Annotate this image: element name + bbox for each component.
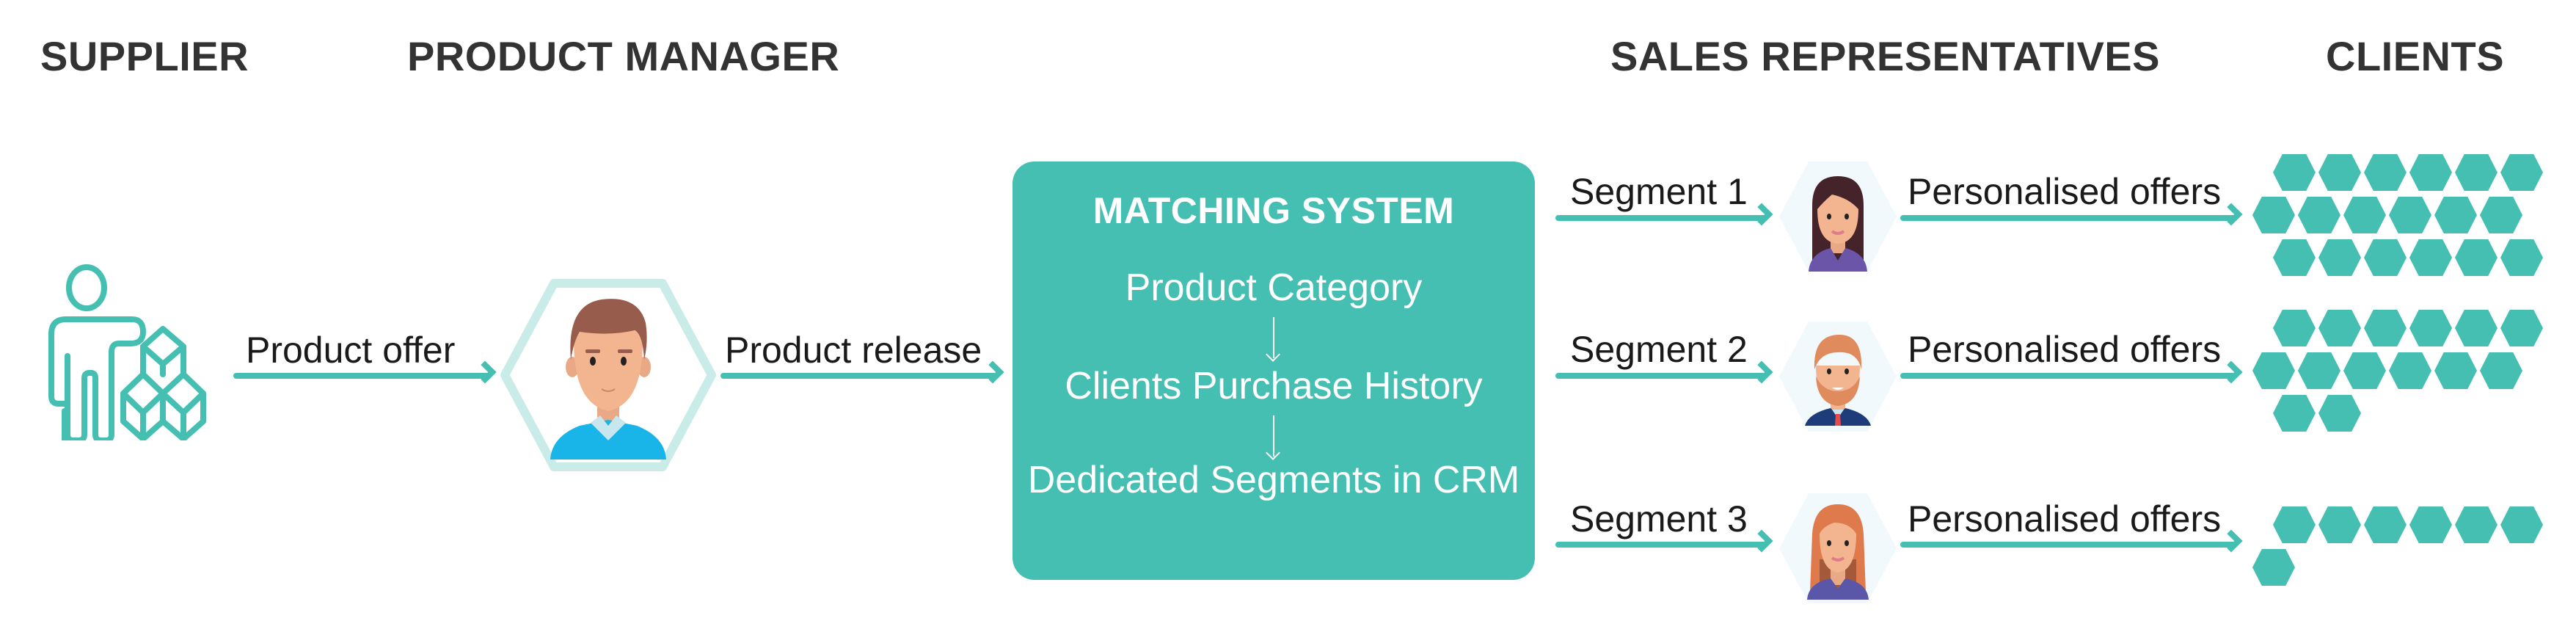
client-hexagon-icon xyxy=(2364,154,2407,191)
step-arrow-2 xyxy=(1273,415,1274,457)
step-clients-purchase-history: Clients Purchase History xyxy=(1065,365,1483,407)
client-hexagon-icon xyxy=(2318,506,2361,543)
client-hexagon-icon xyxy=(2318,395,2361,432)
step-product-category: Product Category xyxy=(1125,266,1423,309)
segment-label: Segment 2 xyxy=(1570,329,1748,370)
client-hexagon-icon xyxy=(2252,197,2295,233)
segment-label: Segment 1 xyxy=(1570,171,1748,212)
client-hexagon-icon xyxy=(2273,506,2316,543)
client-hexagon-icon xyxy=(2480,352,2522,389)
client-hexagon-icon xyxy=(2252,549,2295,586)
personalised-offers-label: Personalised offers xyxy=(1908,329,2222,370)
sales-rep-avatar-female-red-hair xyxy=(1779,493,1897,603)
client-hexagon-icon xyxy=(2343,197,2386,233)
client-hexagon-icon xyxy=(2318,239,2361,276)
segment-arrow xyxy=(1555,542,1768,548)
client-hexagon-icon xyxy=(2480,197,2522,233)
client-hexagon-icon xyxy=(2500,239,2543,276)
client-hexagon-icon xyxy=(2500,310,2543,346)
client-hexagon-icon xyxy=(2298,352,2340,389)
step-dedicated-segments: Dedicated Segments in CRM xyxy=(1027,459,1520,501)
product-manager-avatar xyxy=(499,279,718,471)
step-arrow-1 xyxy=(1273,317,1274,358)
client-hexagon-icon xyxy=(2318,310,2361,346)
client-hexagon-icon xyxy=(2434,352,2477,389)
heading-product-manager: PRODUCT MANAGER xyxy=(407,33,840,79)
personalised-offers-arrow xyxy=(1900,542,2238,548)
heading-clients: CLIENTS xyxy=(2326,33,2505,79)
client-hexagon-icon xyxy=(2273,310,2316,346)
personalised-offers-label: Personalised offers xyxy=(1908,171,2222,212)
client-hexagon-icon xyxy=(2455,506,2497,543)
sales-rep-avatar-female-dark-hair xyxy=(1779,161,1897,272)
matching-system-box: MATCHING SYSTEM Product Category Clients… xyxy=(1012,161,1535,580)
client-hexagon-icon xyxy=(2364,310,2407,346)
client-hexagon-icon xyxy=(2455,154,2497,191)
client-hexagon-icon xyxy=(2273,154,2316,191)
client-hexagon-icon xyxy=(2500,154,2543,191)
matching-system-title: MATCHING SYSTEM xyxy=(1092,190,1455,231)
client-hexagon-icon xyxy=(2409,310,2452,346)
client-hexagon-icon xyxy=(2389,352,2431,389)
client-hexagon-icon xyxy=(2364,239,2407,276)
client-hexagon-icon xyxy=(2389,197,2431,233)
client-hexagon-icon xyxy=(2434,197,2477,233)
client-hexagon-icon xyxy=(2409,239,2452,276)
personalised-offers-arrow xyxy=(1900,373,2238,379)
client-hexagon-icon xyxy=(2298,197,2340,233)
product-offer-label: Product offer xyxy=(246,330,456,371)
client-hexagon-icon xyxy=(2409,154,2452,191)
client-hexagon-icon xyxy=(2500,506,2543,543)
client-hexagon-icon xyxy=(2252,352,2295,389)
product-release-arrow xyxy=(720,373,999,379)
supplier-icon xyxy=(44,264,227,443)
heading-sales-representatives: SALES REPRESENTATIVES xyxy=(1610,33,2160,79)
heading-supplier: SUPPLIER xyxy=(40,33,249,79)
client-hexagon-icon xyxy=(2455,310,2497,346)
client-hexagon-icon xyxy=(2409,506,2452,543)
client-hexagon-icon xyxy=(2273,395,2316,432)
client-hexagon-icon xyxy=(2318,154,2361,191)
client-hexagon-icon xyxy=(2273,239,2316,276)
sales-rep-avatar-male-bearded xyxy=(1779,322,1897,432)
personalised-offers-arrow xyxy=(1900,215,2238,221)
segment-arrow xyxy=(1555,373,1768,379)
personalised-offers-label: Personalised offers xyxy=(1908,498,2222,540)
client-hexagon-icon xyxy=(2343,352,2386,389)
segment-arrow xyxy=(1555,215,1768,221)
segment-label: Segment 3 xyxy=(1570,498,1748,540)
client-hexagon-icon xyxy=(2364,506,2407,543)
product-release-label: Product release xyxy=(725,330,982,371)
client-hexagon-icon xyxy=(2455,239,2497,276)
product-offer-arrow xyxy=(233,373,492,379)
